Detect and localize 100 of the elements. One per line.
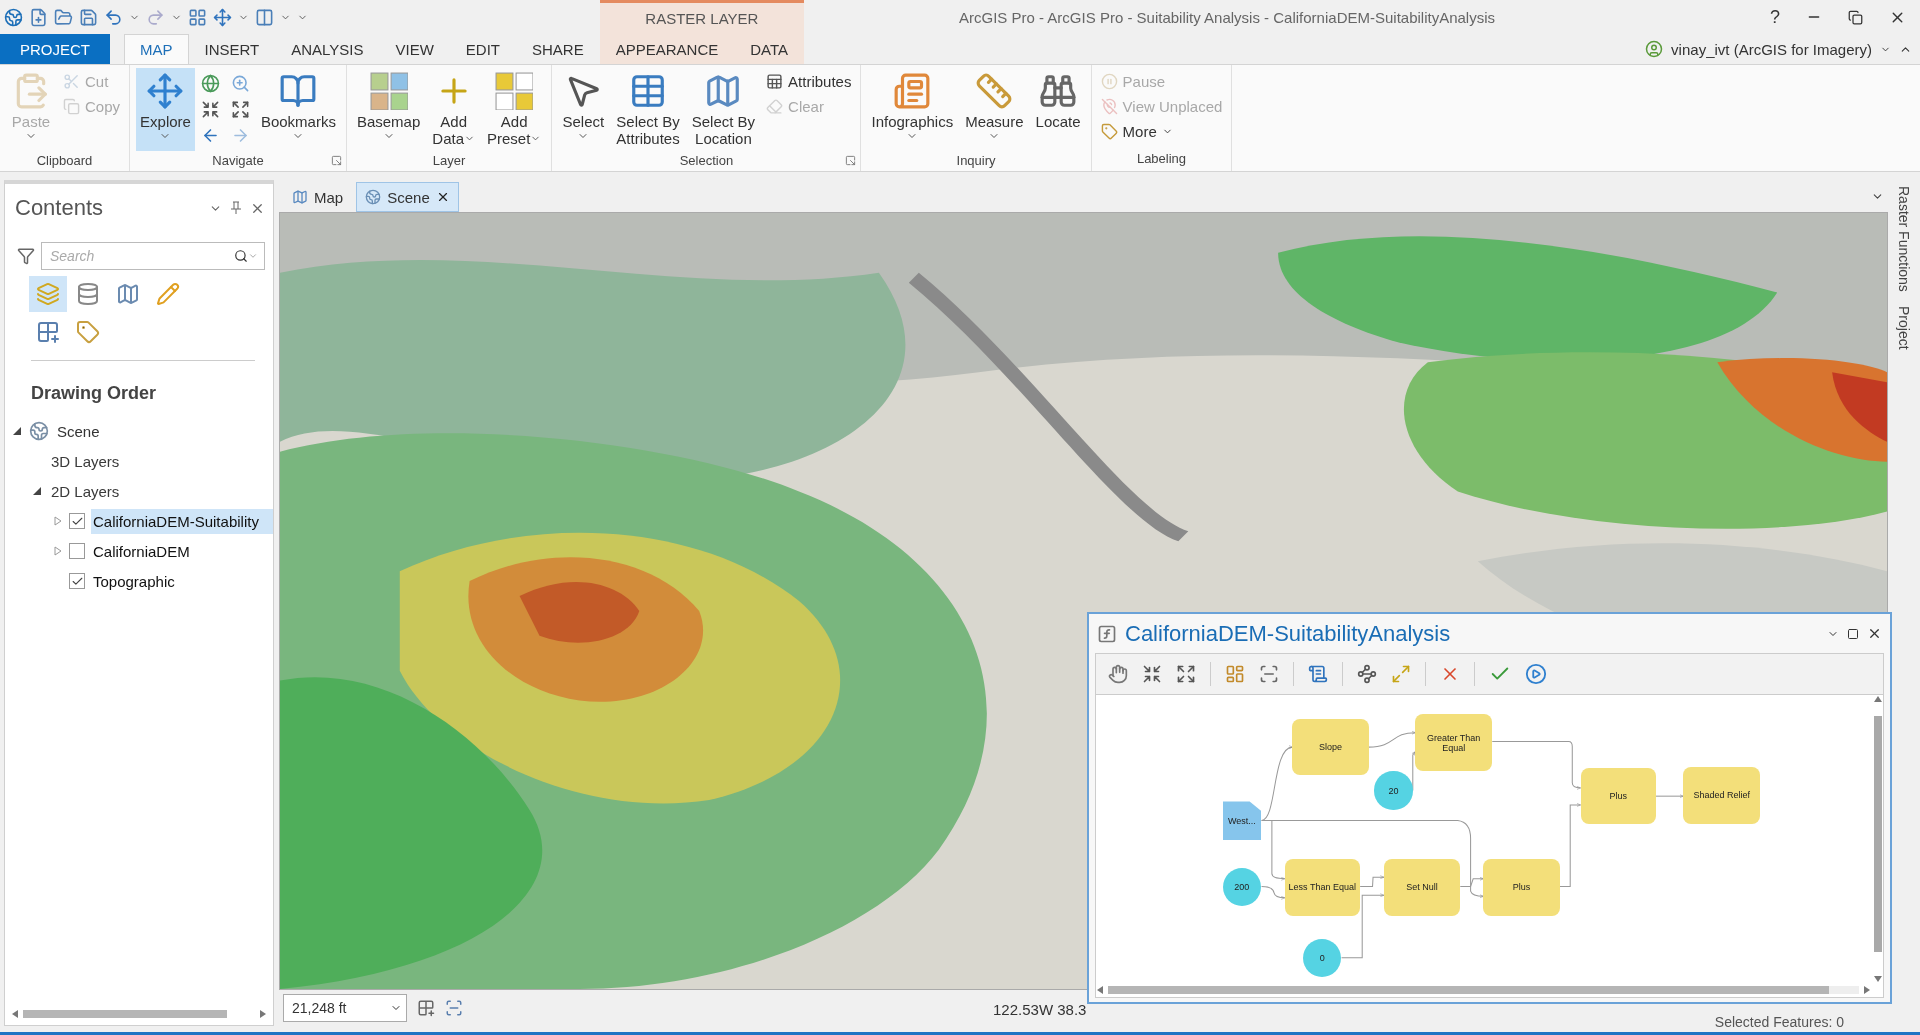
help-button[interactable]: ? [1770, 6, 1780, 28]
scrollbar-thumb[interactable] [1874, 715, 1882, 952]
scroll-right-icon[interactable] [259, 1009, 267, 1019]
pin-icon[interactable] [230, 201, 242, 215]
fit-icon [1259, 664, 1279, 684]
save-icon[interactable] [79, 7, 98, 27]
group-label: Clipboard [35, 152, 94, 170]
snapping-icon[interactable] [445, 999, 463, 1017]
layout-icon [1225, 664, 1245, 684]
grid-icon[interactable] [188, 7, 207, 27]
ribbon-button[interactable]: Infographics [867, 68, 958, 151]
tree-item[interactable]: 3D Layers [49, 448, 122, 474]
function-node[interactable]: Shaded Relief [1683, 766, 1761, 825]
pan-button[interactable] [1108, 664, 1128, 684]
ribbon-button[interactable]: Select By Location [687, 68, 760, 151]
collapsed-icon[interactable] [53, 546, 63, 556]
ribbon-button[interactable]: Select By Attributes [612, 68, 684, 151]
layer-item[interactable]: Topographic [91, 568, 177, 594]
side-tab[interactable]: Project [1896, 305, 1912, 350]
ribbon-button[interactable]: Attributes [763, 70, 855, 92]
scrollbar-thumb[interactable] [1108, 986, 1829, 994]
ribbon-tab[interactable]: EDIT [449, 34, 517, 64]
zoom-out-button[interactable] [1176, 664, 1196, 684]
group-label: Navigate [211, 152, 265, 170]
app-icon[interactable] [4, 7, 23, 27]
add-button[interactable] [1357, 664, 1377, 684]
ribbon-button[interactable]: Select [558, 68, 609, 151]
checkbox[interactable] [69, 543, 85, 559]
ribbon-button[interactable]: Locate [1031, 68, 1085, 151]
collapsed-icon[interactable] [53, 516, 63, 526]
grid-plus-icon[interactable] [417, 999, 435, 1017]
explore-icon[interactable] [213, 7, 232, 27]
search-box[interactable]: Search [41, 242, 265, 270]
restore-icon[interactable] [1848, 9, 1863, 25]
globe-icon [29, 421, 49, 441]
new-file-icon[interactable] [29, 7, 48, 27]
pencil-icon [156, 282, 180, 306]
connector-line [1655, 794, 1684, 798]
zoom-in-button[interactable] [1142, 664, 1162, 684]
ribbon-tab[interactable]: PROJECT [0, 34, 110, 64]
ribbon-tab[interactable]: SHARE [516, 34, 600, 64]
ribbon-button[interactable]: Add Preset [483, 68, 546, 151]
ribbon-tab[interactable]: INSERT [188, 34, 276, 64]
document-tab[interactable]: Map [283, 182, 353, 212]
side-tab[interactable]: Raster Functions [1896, 186, 1912, 292]
value-node[interactable]: 20 [1374, 771, 1413, 810]
scroll-left-icon[interactable] [1096, 985, 1104, 995]
raster-node[interactable]: West... [1222, 801, 1262, 841]
ribbon-button[interactable]: Basemap [352, 68, 425, 151]
close-icon[interactable] [1867, 626, 1882, 641]
ribbon-button[interactable]: Explore [136, 68, 195, 151]
checkbox[interactable] [69, 573, 85, 589]
ribbon-tab[interactable]: ANALYSIS [275, 34, 380, 64]
ribbon-tab[interactable]: APPEARANCE [599, 34, 735, 64]
filter-icon[interactable] [17, 247, 35, 265]
layers-icon [36, 282, 60, 306]
ribbon-button[interactable]: More [1097, 120, 1226, 142]
expanded-icon[interactable] [13, 426, 23, 436]
checkbox[interactable] [69, 513, 85, 529]
folder-icon[interactable] [54, 7, 73, 27]
tree-item[interactable]: 2D Layers [49, 478, 122, 504]
ribbon-tab[interactable]: DATA [734, 34, 805, 64]
launcher-icon[interactable] [845, 155, 857, 166]
function-node[interactable]: Greater Than Equal [1415, 713, 1493, 772]
scroll-left-icon[interactable] [11, 1009, 19, 1019]
window-title: ArcGIS Pro - ArcGIS Pro - Suitability Analysis - CaliforniaDEM-SuitabilityAnalysis [958, 8, 1496, 26]
properties-button[interactable] [1308, 664, 1328, 684]
search-field[interactable]: Search [48, 247, 234, 265]
function-node[interactable]: Plus [1483, 858, 1560, 917]
value-node[interactable]: 0 [1303, 938, 1342, 977]
ribbon-button[interactable]: Add Data [428, 68, 479, 151]
scrollbar-thumb[interactable] [23, 1010, 228, 1018]
expanded-icon[interactable] [33, 486, 43, 496]
ribbon-button[interactable]: Measure [961, 68, 1028, 151]
scroll-down-icon[interactable] [1873, 975, 1883, 983]
scale-field[interactable]: 21,248 ft [283, 994, 407, 1022]
user-icon [1645, 40, 1664, 58]
value-node[interactable]: 200 [1222, 867, 1261, 906]
function-node[interactable]: Set Null [1383, 858, 1461, 917]
undo-icon[interactable] [104, 7, 123, 27]
auto-layout-button[interactable] [1225, 664, 1245, 684]
shrink-icon [201, 99, 221, 119]
launcher-icon[interactable] [330, 155, 342, 166]
function-node[interactable]: Plus [1580, 767, 1656, 825]
document-tab[interactable]: Scene [356, 182, 459, 212]
user-name[interactable]: vinay_ivt (ArcGIS for Imagery) [1671, 40, 1872, 58]
ribbon-button[interactable]: Bookmarks [256, 68, 340, 151]
fit-button[interactable] [1259, 664, 1279, 684]
run-button[interactable] [1525, 663, 1547, 685]
ribbon-tab[interactable]: VIEW [379, 34, 450, 64]
layer-item[interactable]: CaliforniaDEM-Suitability [91, 508, 273, 534]
redo-icon[interactable] [146, 7, 165, 27]
maximize-icon[interactable] [1847, 627, 1859, 640]
tree-item[interactable]: Scene [55, 418, 102, 444]
function-node[interactable]: Slope [1292, 718, 1369, 776]
layer-item[interactable]: CaliforniaDEM [91, 538, 192, 564]
ribbon-tab[interactable]: MAP [124, 34, 189, 64]
function-node[interactable]: Less Than Equal [1284, 858, 1360, 917]
layout-icon[interactable] [255, 7, 274, 27]
scroll-right-icon[interactable] [1863, 985, 1871, 995]
